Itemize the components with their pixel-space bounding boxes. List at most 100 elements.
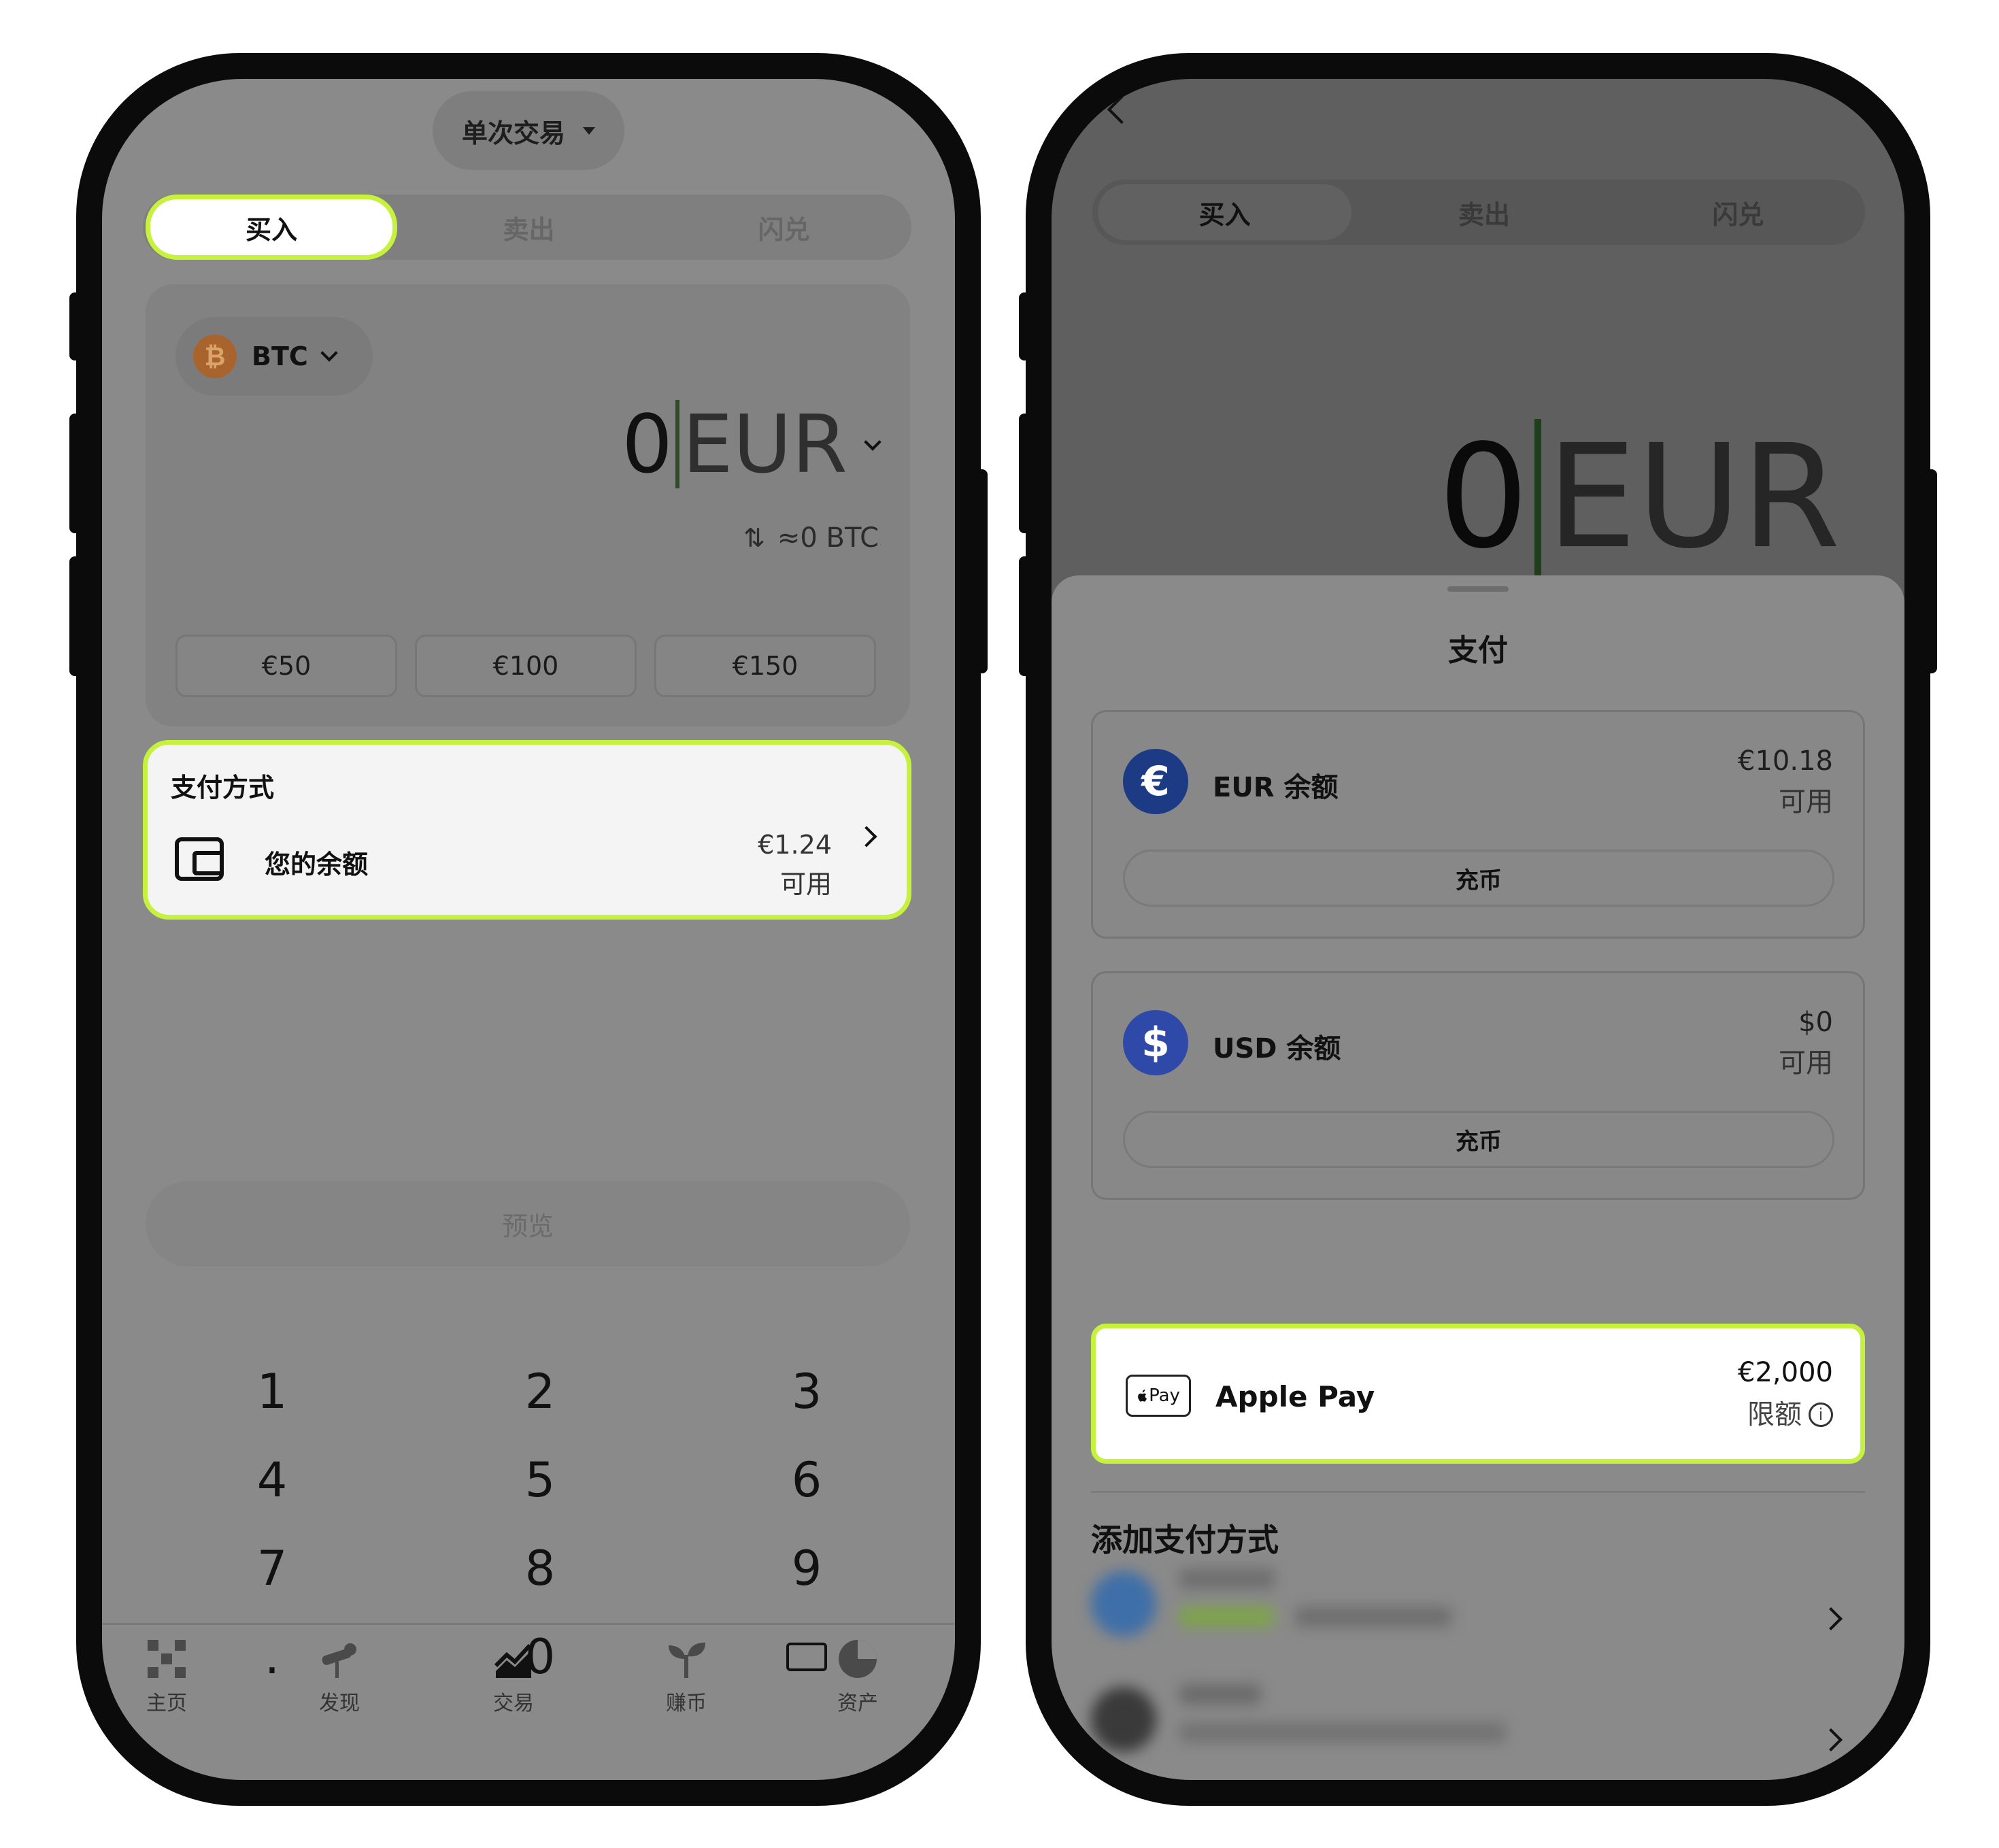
tab-swap[interactable]: 闪兑 <box>656 195 911 260</box>
info-icon[interactable]: i <box>1809 1402 1833 1427</box>
caret-down-icon <box>583 127 595 135</box>
key-1[interactable]: 1 <box>204 1358 340 1426</box>
option-amount: $0 <box>1798 1007 1833 1038</box>
key-9[interactable]: 9 <box>739 1534 875 1602</box>
phone-left: 单次交易 买入 卖出 闪兑 ₿ BTC 0 EUR ⇅ ≈0 BTC €50 €… <box>69 53 988 1806</box>
nav-home[interactable]: 主页 <box>116 1639 218 1716</box>
option-name: USD 余额 <box>1213 1033 1341 1064</box>
conversion-row[interactable]: ⇅ ≈0 BTC <box>743 522 879 554</box>
preset-button[interactable]: €150 <box>654 635 876 697</box>
payment-method-title: 支付方式 <box>171 773 275 803</box>
key-5[interactable]: 5 <box>472 1446 608 1514</box>
text-cursor <box>675 400 680 488</box>
amount-value: 0 <box>622 397 673 491</box>
preset-amounts: €50 €100 €150 <box>175 635 876 697</box>
preview-button[interactable]: 预览 <box>146 1181 910 1266</box>
screen-buy: 单次交易 买入 卖出 闪兑 ₿ BTC 0 EUR ⇅ ≈0 BTC €50 €… <box>102 79 955 1780</box>
trade-chart-icon <box>493 1639 534 1679</box>
apple-pay-badge-text: Pay <box>1149 1385 1180 1406</box>
blurred-payment-item[interactable] <box>1091 1670 1865 1779</box>
trade-mode-dropdown[interactable]: 单次交易 <box>433 91 624 170</box>
payment-sheet: 支付 € EUR 余额 €10.18 可用 充币 $ USD 余额 $0 可用 … <box>1052 575 1904 1780</box>
key-3[interactable]: 3 <box>739 1358 875 1426</box>
telescope-icon <box>319 1639 360 1679</box>
amount-display: 0 EUR <box>1438 419 1841 575</box>
dollar-icon: $ <box>1123 1010 1188 1075</box>
key-6[interactable]: 6 <box>739 1446 875 1514</box>
bottom-nav: 主页 发现 交易 赚币 资产 <box>102 1623 955 1780</box>
asset-selector[interactable]: ₿ BTC <box>175 317 373 396</box>
amount-card: ₿ BTC 0 EUR ⇅ ≈0 BTC €50 €100 €150 <box>146 284 910 726</box>
key-7[interactable]: 7 <box>204 1534 340 1602</box>
trade-tabs-dimmed: 买入 卖出 闪兑 <box>1092 180 1865 245</box>
add-payment-title: 添加支付方式 <box>1091 1522 1279 1558</box>
limit-label: 限额 <box>1747 1399 1802 1430</box>
tab-buy[interactable]: 买入 <box>1098 184 1352 240</box>
sheet-grabber[interactable] <box>1447 586 1509 592</box>
apple-pay-name: Apple Pay <box>1215 1380 1375 1413</box>
tab-buy[interactable]: 买入 <box>146 195 397 260</box>
euro-icon: € <box>1123 749 1188 814</box>
option-balance: $0 可用 <box>1779 1002 1833 1083</box>
option-name: EUR 余额 <box>1213 772 1339 803</box>
sheet-title: 支付 <box>1448 633 1508 668</box>
home-grid-icon <box>146 1639 187 1679</box>
swap-arrows-icon[interactable]: ⇅ <box>743 523 765 553</box>
tab-sell[interactable]: 卖出 <box>1357 184 1611 240</box>
option-amount: €10.18 <box>1738 745 1833 777</box>
nav-trade[interactable]: 交易 <box>463 1639 565 1716</box>
asset-symbol: BTC <box>252 341 308 371</box>
back-arrow-icon[interactable] <box>1107 95 1137 124</box>
apple-pay-limit: €2,000 限额 i <box>1738 1351 1833 1436</box>
apple-pay-amount: €2,000 <box>1738 1357 1833 1388</box>
amount-value: 0 <box>1438 414 1529 580</box>
payment-method-card[interactable]: 支付方式 您的余额 €1.24 可用 <box>143 740 911 920</box>
tab-sell[interactable]: 卖出 <box>401 195 656 260</box>
chevron-down-icon <box>320 344 338 362</box>
nav-earn[interactable]: 赚币 <box>635 1639 737 1716</box>
preset-button[interactable]: €100 <box>415 635 637 697</box>
trade-mode-label: 单次交易 <box>461 118 565 148</box>
eur-balance-option[interactable]: € EUR 余额 €10.18 可用 充币 <box>1091 710 1865 939</box>
key-2[interactable]: 2 <box>472 1358 608 1426</box>
preset-button[interactable]: €50 <box>175 635 397 697</box>
chevron-right-icon <box>856 826 877 847</box>
option-status: 可用 <box>1779 786 1833 818</box>
nav-discover[interactable]: 发现 <box>288 1639 390 1716</box>
nav-label: 赚币 <box>666 1692 707 1715</box>
phone-right: 买入 卖出 闪兑 0 EUR 支付 € EUR 余额 €10.18 可用 充币 … <box>1019 53 1937 1806</box>
amount-currency: EUR <box>1546 414 1841 580</box>
amount-currency: EUR <box>682 397 847 491</box>
key-4[interactable]: 4 <box>204 1446 340 1514</box>
payment-method-balance: €1.24 可用 <box>758 825 832 904</box>
conversion-text: ≈0 BTC <box>777 522 879 554</box>
sprout-icon <box>666 1639 707 1679</box>
payment-method-label: 您的余额 <box>265 850 369 879</box>
apple-pay-option[interactable]: Pay Apple Pay €2,000 限额 i <box>1091 1324 1865 1464</box>
currency-chevron-down-icon[interactable] <box>864 433 881 451</box>
option-balance: €10.18 可用 <box>1738 741 1833 822</box>
amount-input[interactable]: 0 EUR <box>622 397 881 491</box>
usd-balance-option[interactable]: $ USD 余额 $0 可用 充币 <box>1091 971 1865 1200</box>
text-cursor <box>1534 419 1541 575</box>
tab-swap[interactable]: 闪兑 <box>1611 184 1865 240</box>
key-8[interactable]: 8 <box>472 1534 608 1602</box>
topup-button[interactable]: 充币 <box>1123 850 1834 907</box>
blurred-payment-item[interactable] <box>1091 1555 1865 1664</box>
wallet-icon <box>175 837 224 881</box>
pie-chart-icon <box>837 1639 878 1679</box>
divider <box>1091 1491 1865 1493</box>
nav-label: 主页 <box>146 1692 187 1715</box>
card-icon <box>1091 1571 1156 1636</box>
option-status: 可用 <box>1779 1047 1833 1079</box>
nav-label: 发现 <box>319 1692 360 1715</box>
trade-tabs: 买入 卖出 闪兑 <box>143 195 911 260</box>
topup-button[interactable]: 充币 <box>1123 1111 1834 1168</box>
nav-label: 交易 <box>493 1692 534 1715</box>
bank-icon <box>1091 1687 1156 1752</box>
apple-pay-icon: Pay <box>1126 1375 1191 1417</box>
nav-assets[interactable]: 资产 <box>807 1639 909 1716</box>
limit-row[interactable]: 限额 i <box>1738 1394 1833 1436</box>
bitcoin-icon: ₿ <box>193 335 237 378</box>
nav-label: 资产 <box>837 1692 878 1715</box>
